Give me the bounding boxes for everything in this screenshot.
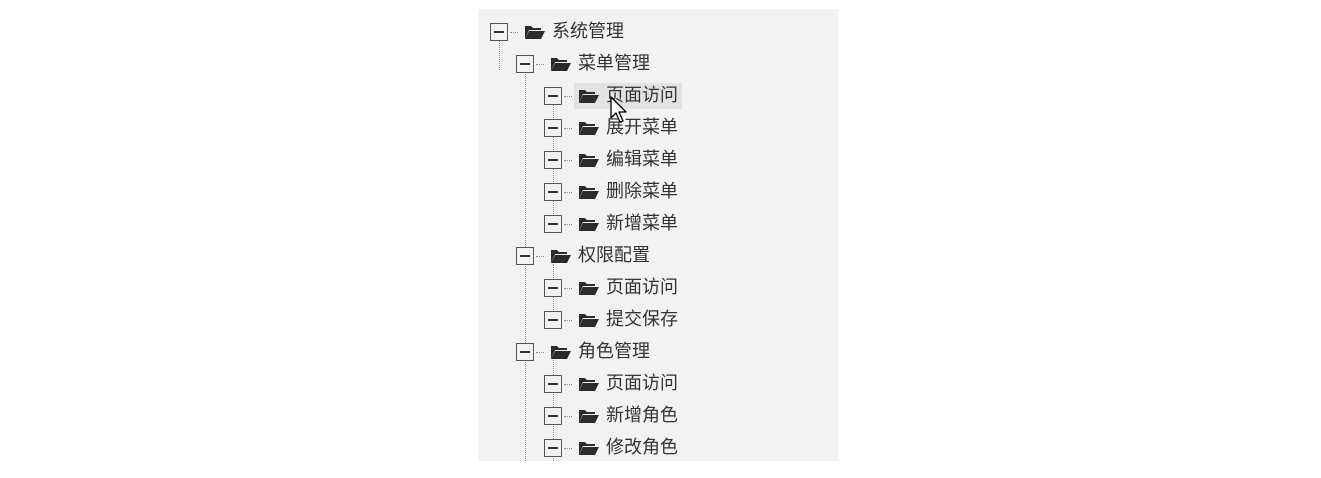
tree-node-label: 系统管理 — [552, 21, 624, 42]
tree-node-label: 新增菜单 — [606, 213, 678, 234]
tree-node-item[interactable]: 展开菜单 — [574, 115, 682, 141]
tree-connector-dots — [564, 319, 572, 321]
folder-open-icon — [551, 58, 571, 71]
folder-open-icon — [579, 282, 599, 295]
collapse-minus-icon[interactable] — [544, 407, 562, 425]
tree-node-leaf: 页面访问 — [544, 275, 682, 301]
folder-open-icon — [579, 442, 599, 455]
tree-node-label: 提交保存 — [606, 309, 678, 330]
tree-node-leaf: 页面访问 — [544, 83, 682, 109]
tree-node-leaf: 展开菜单 — [544, 115, 682, 141]
collapse-minus-icon[interactable] — [544, 119, 562, 137]
tree-node-label: 编辑菜单 — [606, 149, 678, 170]
tree-node-leaf: 修改角色 — [544, 435, 682, 461]
tree-node-label: 修改角色 — [606, 437, 678, 458]
tree-connector-dots — [564, 447, 572, 449]
folder-open-icon — [579, 122, 599, 135]
folder-open-icon — [579, 378, 599, 391]
tree-node-item[interactable]: 系统管理 — [520, 19, 628, 45]
tree-node-item[interactable]: 新增菜单 — [574, 211, 682, 237]
tree-node-item[interactable]: 编辑菜单 — [574, 147, 682, 173]
tree-node-leaf: 新增菜单 — [544, 211, 682, 237]
collapse-minus-icon[interactable] — [544, 151, 562, 169]
collapse-minus-icon[interactable] — [544, 375, 562, 393]
tree-node-leaf: 页面访问 — [544, 371, 682, 397]
tree-node-label: 菜单管理 — [578, 53, 650, 74]
tree-node-leaf: 编辑菜单 — [544, 147, 682, 173]
tree-node-permission-config: 权限配置 — [516, 243, 654, 269]
tree-connector-dots — [564, 415, 572, 417]
folder-open-icon — [579, 218, 599, 231]
collapse-minus-icon[interactable] — [544, 279, 562, 297]
tree-node-label: 角色管理 — [578, 341, 650, 362]
collapse-minus-icon[interactable] — [544, 439, 562, 457]
tree-node-label: 页面访问 — [606, 277, 678, 298]
tree-connector-dots — [564, 383, 572, 385]
tree-node-item[interactable]: 菜单管理 — [546, 51, 654, 77]
tree-connector-dots — [536, 63, 544, 65]
menu-tree: 系统管理 菜单管理 页面访问 展开菜单 编辑菜单 删除菜单 新增菜单 权限配置 … — [478, 9, 838, 461]
tree-node-label: 新增角色 — [606, 405, 678, 426]
tree-node-root: 系统管理 — [490, 19, 628, 45]
folder-open-icon — [579, 314, 599, 327]
tree-node-label: 展开菜单 — [606, 117, 678, 138]
collapse-minus-icon[interactable] — [516, 55, 534, 73]
folder-open-icon — [579, 90, 599, 103]
tree-node-leaf: 提交保存 — [544, 307, 682, 333]
tree-connector-dots — [564, 127, 572, 129]
collapse-minus-icon[interactable] — [490, 23, 508, 41]
folder-open-icon — [525, 26, 545, 39]
folder-open-icon — [551, 250, 571, 263]
tree-node-label: 权限配置 — [578, 245, 650, 266]
collapse-minus-icon[interactable] — [544, 215, 562, 233]
folder-open-icon — [579, 154, 599, 167]
collapse-minus-icon[interactable] — [516, 343, 534, 361]
tree-node-item[interactable]: 修改角色 — [574, 435, 682, 461]
collapse-minus-icon[interactable] — [544, 311, 562, 329]
tree-node-leaf: 删除菜单 — [544, 179, 682, 205]
folder-open-icon — [551, 346, 571, 359]
tree-node-item[interactable]: 新增角色 — [574, 403, 682, 429]
tree-node-label: 页面访问 — [606, 373, 678, 394]
tree-panel: 系统管理 菜单管理 页面访问 展开菜单 编辑菜单 删除菜单 新增菜单 权限配置 … — [478, 9, 838, 461]
tree-connector-dots — [564, 287, 572, 289]
tree-connector-dots — [564, 223, 572, 225]
tree-connector-dots — [564, 159, 572, 161]
tree-connector-dots — [564, 95, 572, 97]
tree-node-item[interactable]: 提交保存 — [574, 307, 682, 333]
folder-open-icon — [579, 410, 599, 423]
tree-connector-dots — [536, 351, 544, 353]
tree-node-item[interactable]: 页面访问 — [574, 371, 682, 397]
tree-node-leaf: 新增角色 — [544, 403, 682, 429]
tree-node-item[interactable]: 角色管理 — [546, 339, 654, 365]
tree-node-item-hovered[interactable]: 页面访问 — [574, 83, 682, 109]
tree-node-menu-management: 菜单管理 — [516, 51, 654, 77]
tree-node-item[interactable]: 权限配置 — [546, 243, 654, 269]
collapse-minus-icon[interactable] — [544, 183, 562, 201]
collapse-minus-icon[interactable] — [544, 87, 562, 105]
tree-node-role-management: 角色管理 — [516, 339, 654, 365]
collapse-minus-icon[interactable] — [516, 247, 534, 265]
tree-connector-dots — [536, 255, 544, 257]
tree-connector-dots — [564, 191, 572, 193]
tree-node-label: 页面访问 — [606, 85, 678, 106]
folder-open-icon — [579, 186, 599, 199]
tree-node-label: 删除菜单 — [606, 181, 678, 202]
tree-connector-dots — [510, 31, 518, 33]
tree-node-item[interactable]: 删除菜单 — [574, 179, 682, 205]
tree-node-item[interactable]: 页面访问 — [574, 275, 682, 301]
